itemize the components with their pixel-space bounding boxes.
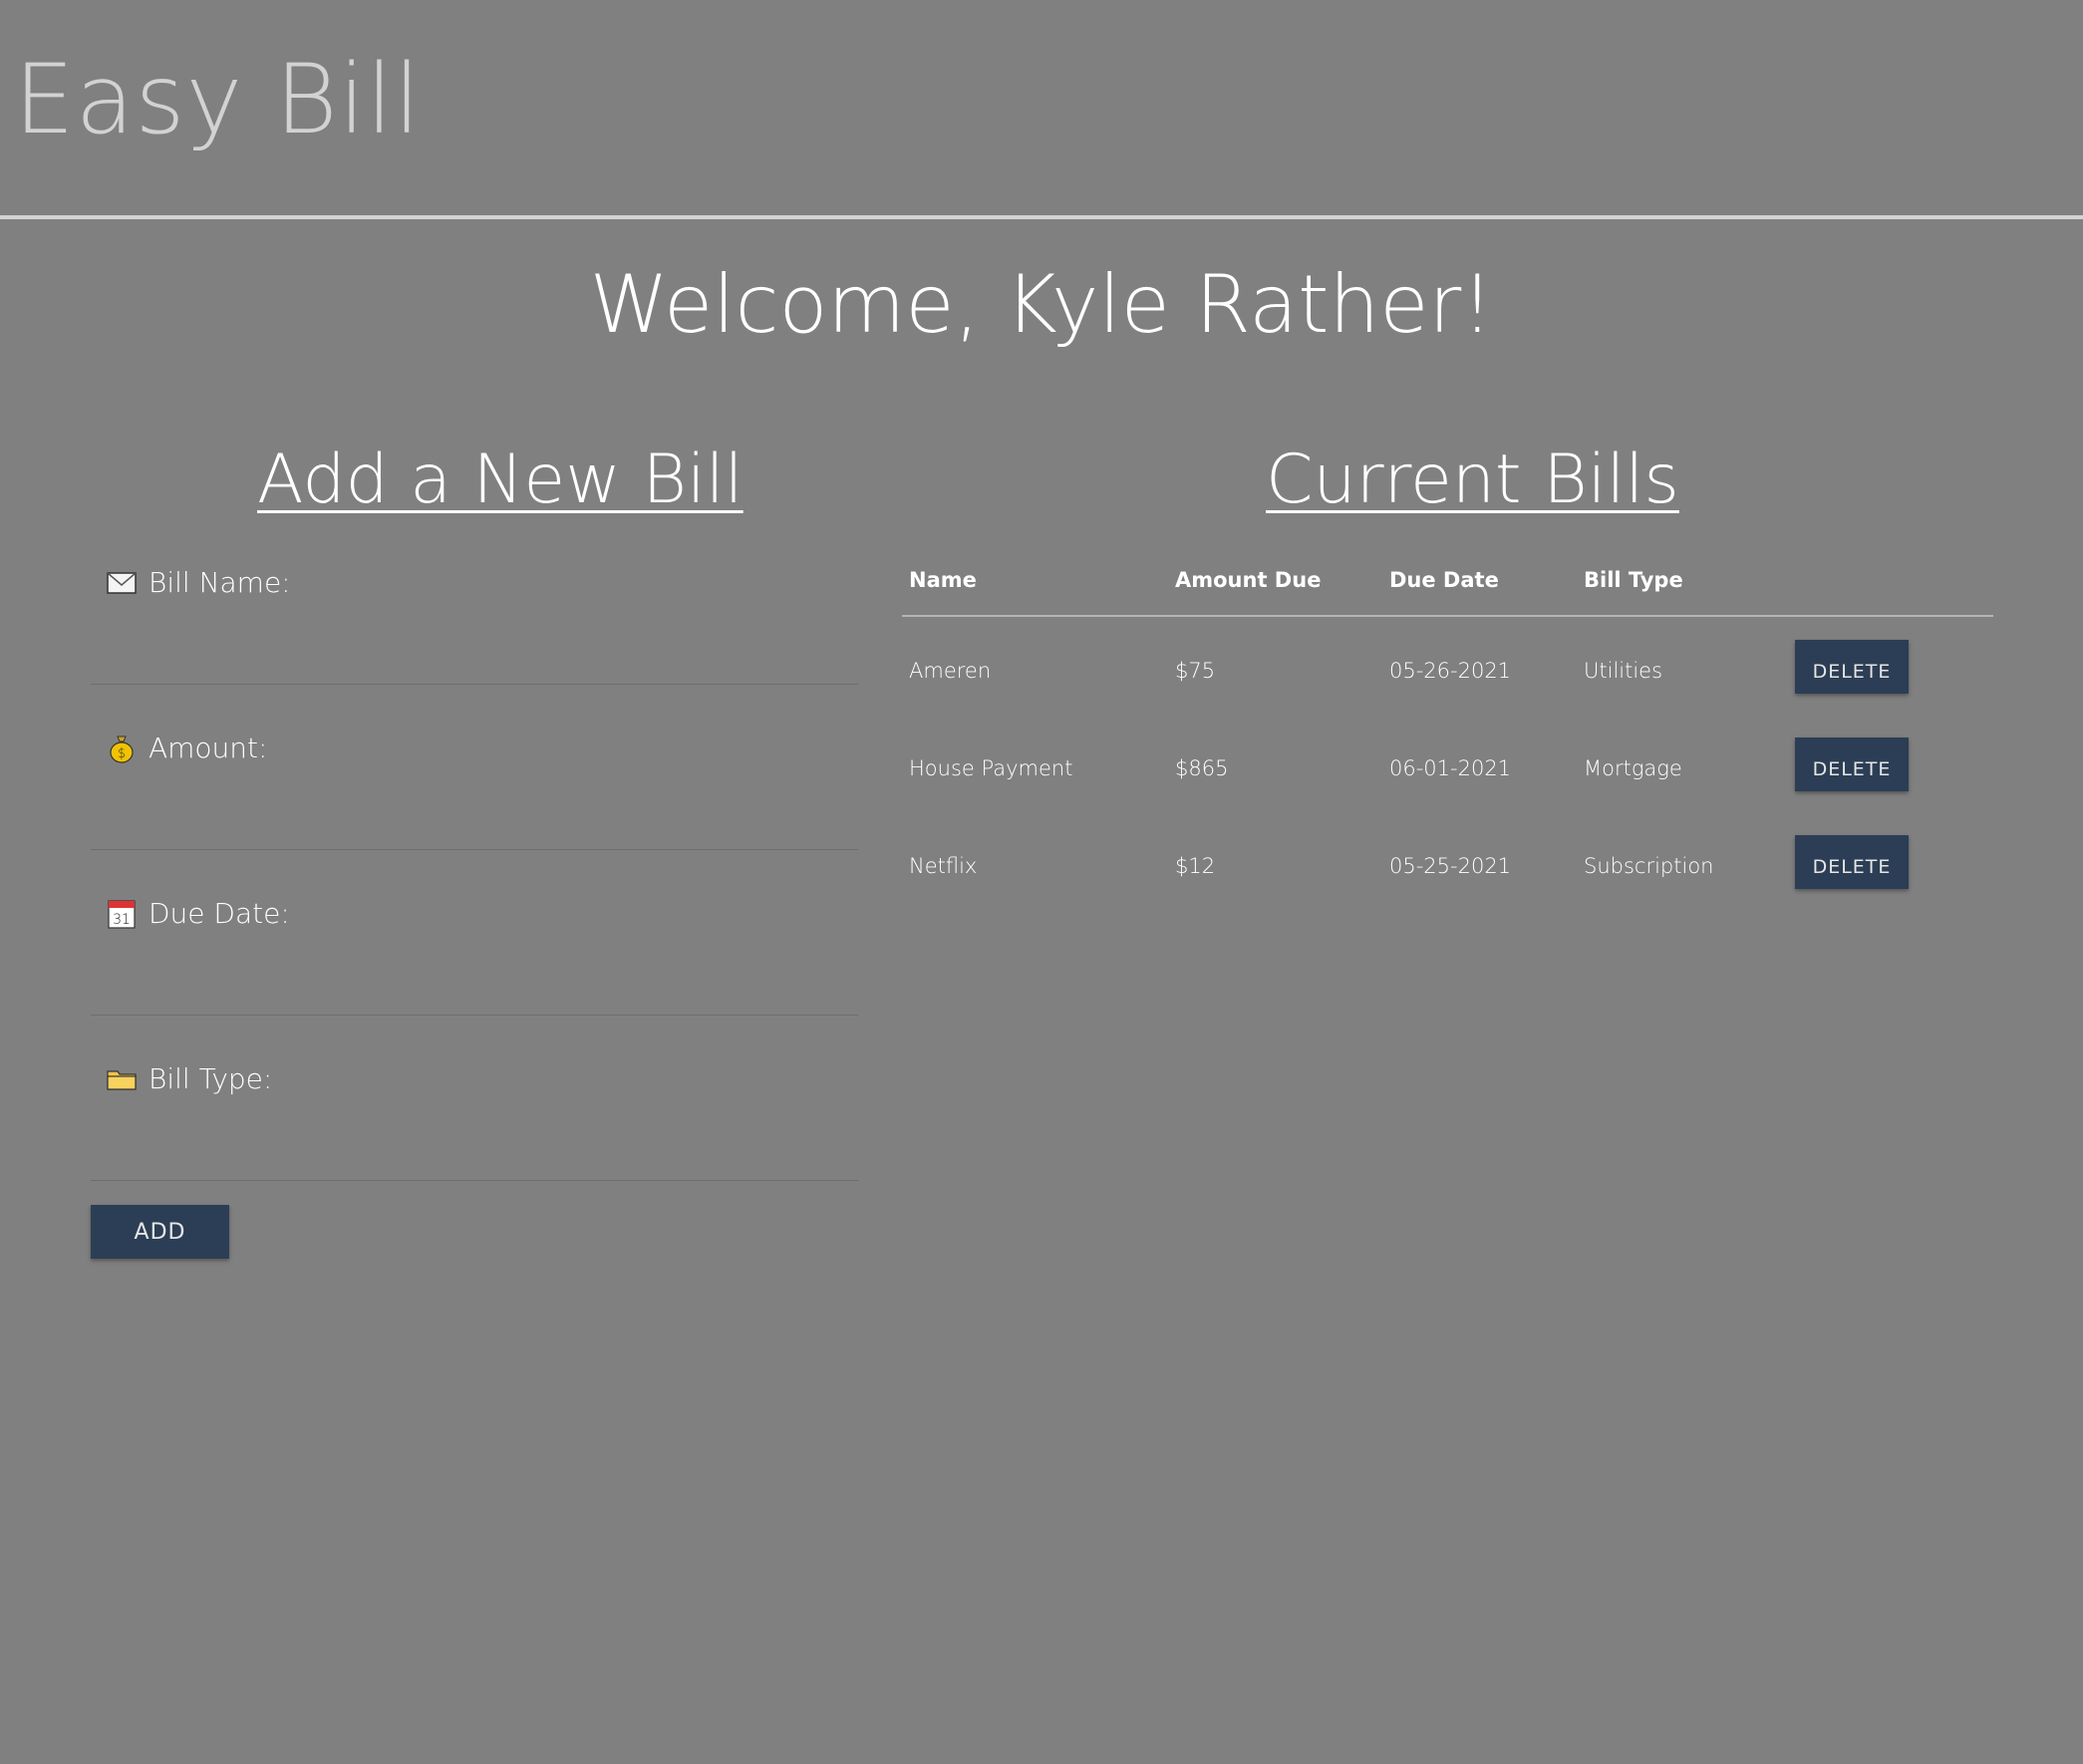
cell-bill-type: Subscription <box>1584 854 1714 878</box>
header-bill-type: Bill Type <box>1584 568 1683 592</box>
bill-name-label: Bill Name: <box>107 566 291 599</box>
cell-due-date: 05-25-2021 <box>1389 854 1512 878</box>
cell-bill-type: Utilities <box>1584 659 1663 683</box>
bill-name-input[interactable] <box>91 634 858 678</box>
cell-amount: $75 <box>1175 659 1216 683</box>
delete-button[interactable]: DELETE <box>1795 835 1909 889</box>
app-title: Easy Bill <box>14 44 422 155</box>
table-row: Netflix $12 05-25-2021 Subscription DELE… <box>902 812 1993 910</box>
app-header: Easy Bill <box>0 0 2083 219</box>
folder-icon <box>107 1064 137 1094</box>
due-date-input[interactable] <box>91 965 858 1009</box>
calendar-icon: 31 <box>107 899 137 929</box>
table-row: House Payment $865 06-01-2021 Mortgage D… <box>902 715 1993 812</box>
cell-name: Ameren <box>909 659 992 683</box>
current-bills-title: Current Bills <box>1266 441 1679 519</box>
svg-text:31: 31 <box>113 912 131 928</box>
due-date-field: 31 Due Date: <box>91 851 858 1016</box>
due-date-label: 31 Due Date: <box>107 897 290 930</box>
amount-label: $ Amount: <box>107 732 267 764</box>
cell-amount: $865 <box>1175 756 1229 780</box>
cell-amount: $12 <box>1175 854 1216 878</box>
add-button[interactable]: ADD <box>91 1205 229 1259</box>
delete-button[interactable]: DELETE <box>1795 737 1909 791</box>
cell-name: Netflix <box>909 854 978 878</box>
bill-name-field: Bill Name: <box>91 520 858 685</box>
bill-type-label: Bill Type: <box>107 1062 272 1095</box>
delete-button[interactable]: DELETE <box>1795 640 1909 694</box>
cell-name: House Payment <box>909 756 1073 780</box>
cell-due-date: 06-01-2021 <box>1389 756 1512 780</box>
add-bill-title: Add a New Bill <box>257 441 744 519</box>
header-due-date: Due Date <box>1389 568 1499 592</box>
welcome-text: Welcome, Kyle Rather! <box>589 258 1494 351</box>
table-row: Ameren $75 05-26-2021 Utilities DELETE <box>902 617 1993 715</box>
svg-text:$: $ <box>118 746 126 761</box>
header-name: Name <box>909 568 977 592</box>
table-header: Name Amount Due Due Date Bill Type <box>902 538 1993 617</box>
cell-due-date: 05-26-2021 <box>1389 659 1512 683</box>
cell-bill-type: Mortgage <box>1584 756 1682 780</box>
welcome-heading: Welcome, Kyle Rather! <box>0 261 2083 349</box>
bill-type-field: Bill Type: <box>91 1017 858 1181</box>
amount-input[interactable] <box>91 799 858 843</box>
bill-type-input[interactable] <box>91 1130 858 1174</box>
amount-field: $ Amount: <box>91 686 858 850</box>
envelope-icon <box>107 568 137 598</box>
bills-table: Name Amount Due Due Date Bill Type Amere… <box>902 538 1993 910</box>
money-bag-icon: $ <box>107 734 137 763</box>
header-amount-due: Amount Due <box>1175 568 1322 592</box>
